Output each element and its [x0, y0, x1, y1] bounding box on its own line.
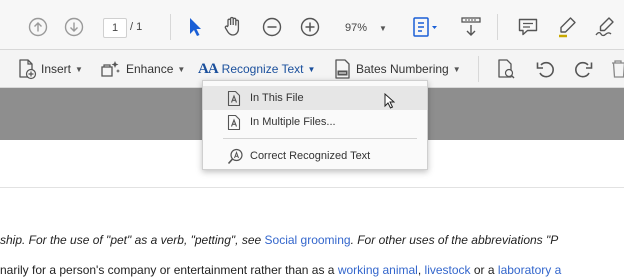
- chevron-down-icon: ▼: [177, 64, 186, 74]
- laboratory-link[interactable]: laboratory a: [498, 263, 561, 277]
- prev-page-icon[interactable]: [28, 17, 48, 37]
- multiple-files-ocr-icon: [227, 114, 241, 131]
- enhance-button[interactable]: Enhance ▼: [100, 50, 185, 88]
- menu-item-label: In This File: [250, 92, 304, 104]
- insert-button[interactable]: Insert ▼: [17, 50, 83, 88]
- document-text: or a: [470, 263, 498, 277]
- working-animal-link[interactable]: working animal: [338, 263, 418, 277]
- document-text: narily for a person's company or enterta…: [0, 263, 338, 277]
- chevron-down-icon: ▼: [307, 64, 316, 74]
- document-text: ship. For the use of "pet" as a verb, "p…: [0, 233, 265, 247]
- zoom-value: 97%: [345, 22, 368, 34]
- bates-numbering-label: Bates Numbering: [356, 62, 449, 76]
- document-text: ,: [417, 263, 425, 277]
- menu-item-label: Correct Recognized Text: [250, 150, 371, 162]
- bates-numbering-icon: [335, 59, 350, 79]
- page-number-input[interactable]: 1: [103, 18, 127, 38]
- enhance-scan-icon: [101, 61, 120, 77]
- highlight-pen-icon[interactable]: [556, 15, 578, 39]
- scroll-mode-icon[interactable]: [460, 15, 482, 39]
- zoom-level-select[interactable]: 97% ▼: [337, 16, 395, 40]
- recognize-text-label: Recognize Text: [221, 62, 304, 76]
- menu-item-correct-recognized-text[interactable]: Correct Recognized Text: [203, 144, 427, 168]
- menu-item-label: In Multiple Files...: [250, 116, 336, 128]
- select-tool-icon[interactable]: [188, 16, 202, 38]
- page-divider: [0, 187, 624, 188]
- file-ocr-icon: [227, 90, 241, 107]
- recognize-text-icon: AA: [198, 60, 219, 77]
- toolbar-divider: [170, 14, 171, 40]
- comment-icon[interactable]: [517, 16, 539, 38]
- hand-tool-icon[interactable]: [222, 15, 244, 37]
- next-page-icon[interactable]: [64, 17, 84, 37]
- delete-icon[interactable]: [611, 58, 624, 80]
- zoom-out-icon[interactable]: [262, 17, 282, 37]
- document-line: narily for a person's company or enterta…: [0, 263, 561, 277]
- page-fit-icon[interactable]: [412, 16, 438, 38]
- page-total: / 1: [130, 21, 143, 33]
- enhance-label: Enhance: [126, 62, 174, 76]
- mouse-pointer-icon: [384, 92, 396, 114]
- chevron-down-icon: ▼: [379, 23, 387, 33]
- rotate-left-icon[interactable]: [535, 59, 557, 79]
- social-grooming-link[interactable]: Social grooming: [265, 233, 351, 247]
- document-line: ship. For the use of "pet" as a verb, "p…: [0, 233, 558, 247]
- document-text: . For other uses of the abbreviations "P: [350, 233, 559, 247]
- zoom-in-icon[interactable]: [300, 17, 320, 37]
- livestock-link[interactable]: livestock: [425, 263, 471, 277]
- magnifier-text-icon: [227, 148, 243, 165]
- document-properties-icon[interactable]: [496, 58, 516, 80]
- top-toolbar: 1 / 1 97% ▼: [0, 0, 624, 50]
- page-number-value: 1: [111, 22, 119, 34]
- insert-page-icon: [19, 59, 37, 80]
- toolbar-divider: [478, 56, 479, 82]
- chevron-down-icon: ▼: [75, 64, 83, 74]
- rotate-right-icon[interactable]: [572, 59, 594, 79]
- toolbar-divider: [497, 14, 498, 40]
- sign-icon[interactable]: [594, 15, 618, 39]
- chevron-down-icon: ▼: [452, 64, 461, 74]
- menu-separator: [223, 138, 417, 139]
- insert-label: Insert: [41, 62, 72, 76]
